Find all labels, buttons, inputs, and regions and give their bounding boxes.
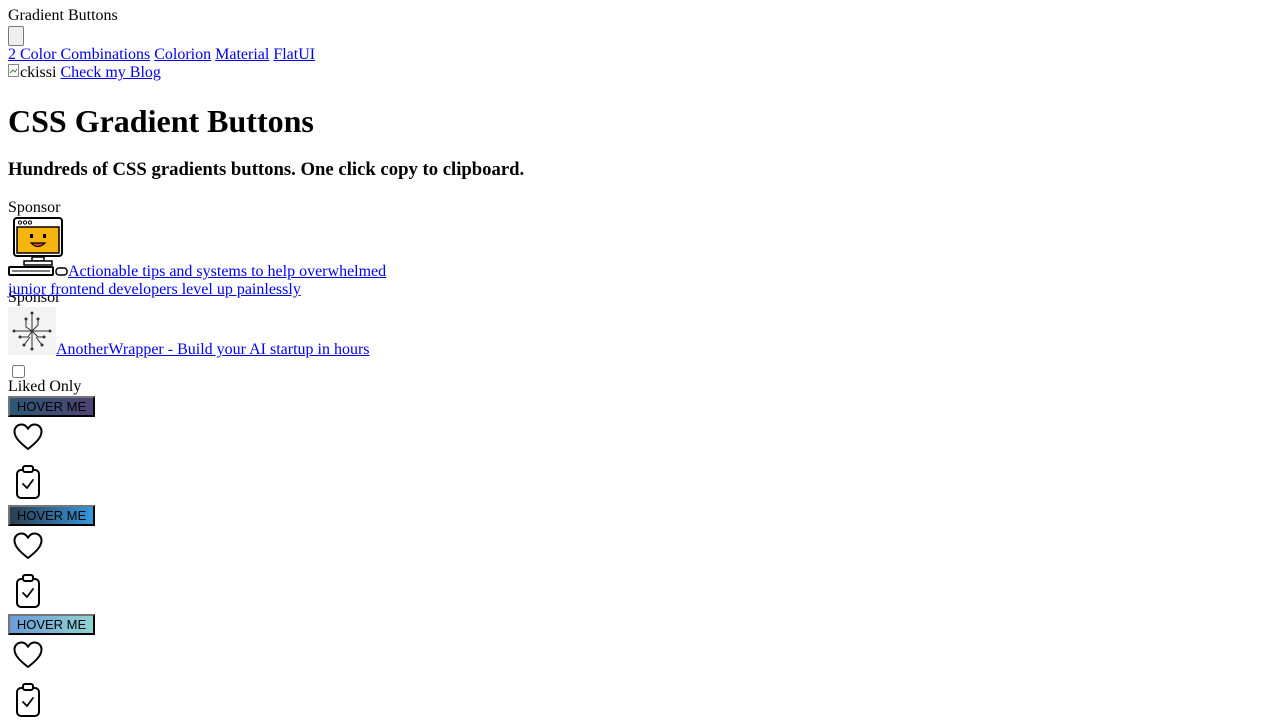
page-title: CSS Gradient Buttons [8,103,314,139]
sponsor-link-frontend-line2[interactable]: junior frontend developers level up pain… [8,281,301,299]
computer-mascot-icon[interactable] [8,217,68,277]
clipboard-check-icon[interactable] [15,683,41,717]
top-nav: 2 Color Combinations Colorion Material F… [8,46,524,64]
nav-link-material[interactable]: Material [215,46,269,63]
gradient-button-card: HOVER ME [8,614,524,723]
gradient-buttons-list: HOVER ME HOVER ME HOVER ME [8,396,524,723]
sponsor-label: Sponsor [8,199,61,216]
heart-icon[interactable] [13,423,43,451]
sponsor-link-anotherwrapper[interactable]: AnotherWrapper - Build your AI startup i… [56,341,370,359]
sponsor-link-frontend-line1[interactable]: Actionable tips and systems to help over… [68,263,386,281]
gradient-hover-button[interactable]: HOVER ME [8,614,95,635]
menu-toggle-button[interactable] [8,26,24,46]
page-subtitle: Hundreds of CSS gradients buttons. One c… [8,159,525,180]
sponsor-card-anotherwrapper: AnotherWrapper - Build your AI startup i… [8,307,524,361]
liked-only-label: Liked Only [8,378,82,395]
blog-link[interactable]: Check my Blog [60,64,160,81]
gradient-hover-button[interactable]: HOVER ME [8,396,95,417]
gradient-button-card: HOVER ME [8,396,524,505]
nav-link-2-color-combinations[interactable]: 2 Color Combinations [8,46,150,63]
broken-image-icon [8,64,19,77]
heart-icon[interactable] [13,532,43,560]
app-title: Gradient Buttons [8,7,118,24]
gradient-button-card: HOVER ME [8,505,524,614]
liked-only-checkbox[interactable] [12,365,25,378]
circuit-logo-icon[interactable] [8,307,56,355]
nav-link-flatui[interactable]: FlatUI [273,46,315,63]
author-avatar: ckissi [8,64,60,81]
nav-link-colorion[interactable]: Colorion [154,46,211,63]
gradient-hover-button[interactable]: HOVER ME [8,505,95,526]
heart-icon[interactable] [13,641,43,669]
author-row: ckissi Check my Blog [8,64,524,82]
author-avatar-alt: ckissi [20,64,57,81]
clipboard-check-icon[interactable] [15,465,41,499]
page: Gradient Buttons 2 Color Combinations Co… [8,7,524,723]
clipboard-check-icon[interactable] [15,574,41,608]
sponsor-card-frontend: Actionable tips and systems to help over… [8,217,524,298]
